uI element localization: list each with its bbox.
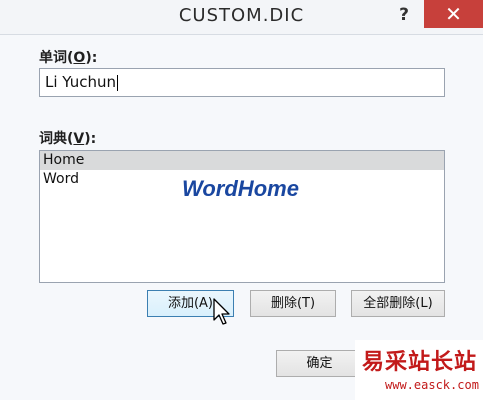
word-input[interactable]: Li Yuchun [39,68,445,97]
ok-button[interactable]: 确定 [276,350,363,377]
site-logo-text: 易采站长站 [362,349,478,375]
title-bar[interactable]: CUSTOM.DIC ? ✕ [0,0,483,35]
list-item-home[interactable]: Home [40,151,444,170]
wordhome-watermark: WordHome [182,176,299,201]
custom-dic-dialog: CUSTOM.DIC ? ✕ 单词(O): Li Yuchun 词典(V): H… [0,0,483,400]
dictionary-label: 词典(V): [39,131,97,147]
site-url: www.easck.com [385,378,479,392]
word-field-label: 单词(O): [39,50,98,66]
delete-all-button[interactable]: 全部删除(L) [351,290,445,317]
close-button[interactable]: ✕ [424,0,483,28]
help-button[interactable]: ? [392,4,416,26]
mouse-pointer-icon [213,298,230,325]
delete-button[interactable]: 删除(T) [250,290,336,317]
text-caret [117,74,119,91]
dictionary-list[interactable]: Home Word [39,150,445,283]
word-input-value: Li Yuchun [45,73,117,91]
close-icon: ✕ [445,2,462,26]
